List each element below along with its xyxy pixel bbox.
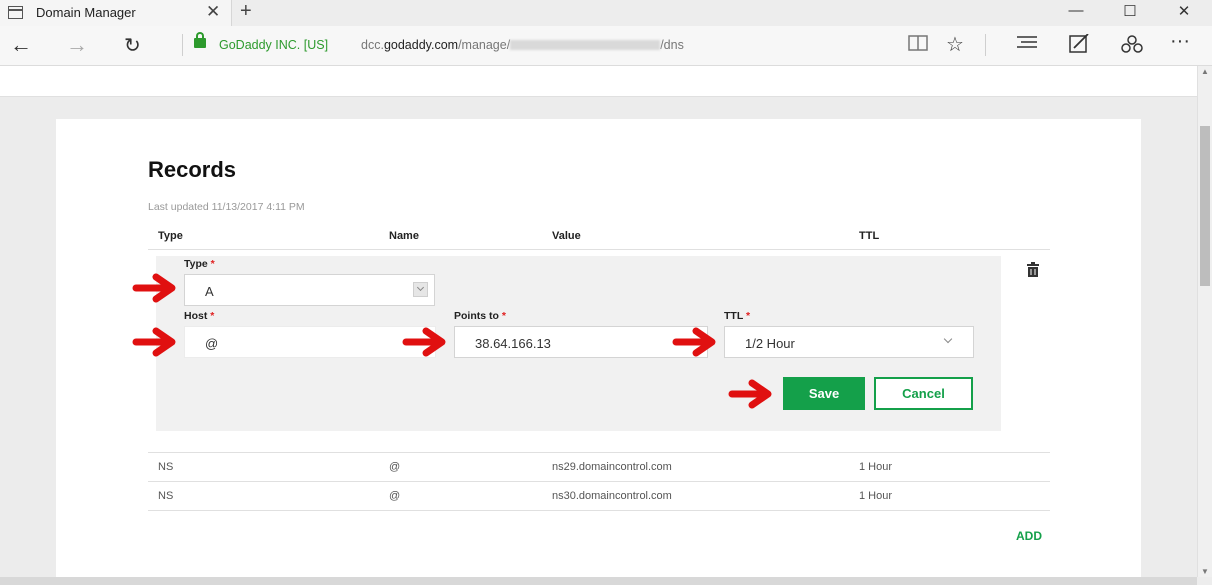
trash-icon[interactable]	[1025, 262, 1041, 278]
arrow-annotation-icon	[672, 327, 716, 357]
maximize-icon[interactable]: ☐	[1115, 2, 1145, 22]
type-select[interactable]: A	[184, 274, 435, 306]
row-ttl: 1 Hour	[859, 490, 893, 502]
arrow-annotation-icon	[728, 379, 772, 409]
chevron-down-icon[interactable]	[943, 334, 953, 344]
favorite-star-icon[interactable]: ☆	[946, 32, 964, 57]
close-tab-icon[interactable]: ✕	[206, 2, 220, 22]
row-name: @	[389, 461, 401, 473]
hub-icon[interactable]	[1016, 34, 1038, 55]
row-divider	[148, 510, 1050, 511]
address-bar: ← → ↻ GoDaddy INC. [US] dcc.godaddy.com/…	[0, 26, 1212, 66]
tab-title: Domain Manager	[36, 5, 136, 20]
points-to-label: Points to *	[454, 310, 506, 322]
row-value: ns30.domaincontrol.com	[552, 490, 672, 502]
close-window-icon[interactable]: ✕	[1169, 2, 1199, 22]
web-note-icon[interactable]	[1068, 33, 1090, 59]
ttl-select[interactable]: 1/2 Hour	[724, 326, 974, 358]
share-icon[interactable]	[1120, 34, 1144, 59]
url-text[interactable]: dcc.godaddy.com/manage//dns	[361, 38, 684, 52]
scroll-up-icon[interactable]: ▲	[1201, 67, 1209, 76]
arrow-annotation-icon	[132, 327, 176, 357]
save-button[interactable]: Save	[783, 377, 865, 410]
row-ttl: 1 Hour	[859, 461, 893, 473]
redacted-url-segment	[510, 40, 661, 50]
row-divider	[148, 481, 1050, 482]
arrow-annotation-icon	[402, 327, 446, 357]
title-bar: Domain Manager ✕ + — ☐ ✕	[0, 0, 1212, 26]
row-type: NS	[158, 461, 174, 473]
host-input[interactable]: @	[184, 326, 436, 358]
column-header-type: Type	[158, 230, 183, 242]
records-card: Records Last updated 11/13/2017 4:11 PM …	[56, 119, 1141, 585]
add-record-link[interactable]: ADD	[1016, 529, 1042, 543]
last-updated: Last updated 11/13/2017 4:11 PM	[148, 201, 305, 213]
host-input-value: @	[205, 336, 219, 351]
host-label: Host *	[184, 310, 215, 322]
scroll-down-icon[interactable]: ▼	[1201, 567, 1209, 576]
ttl-select-value: 1/2 Hour	[745, 336, 795, 351]
column-header-name: Name	[389, 230, 419, 242]
minimize-icon[interactable]: —	[1061, 2, 1091, 22]
reading-view-icon[interactable]	[908, 34, 928, 57]
chevron-down-icon[interactable]	[413, 282, 428, 297]
column-header-value: Value	[552, 230, 581, 242]
forward-icon[interactable]: →	[66, 32, 88, 58]
page-viewport: Records Last updated 11/13/2017 4:11 PM …	[0, 66, 1197, 585]
horizontal-scrollbar[interactable]	[0, 577, 1197, 585]
arrow-annotation-icon	[132, 273, 176, 303]
back-icon[interactable]: ←	[10, 32, 32, 58]
points-to-input[interactable]: 38.64.166.13	[454, 326, 708, 358]
header-divider	[148, 249, 1050, 250]
vertical-scrollbar[interactable]: ▲ ▼	[1197, 66, 1212, 577]
more-icon[interactable]: ···	[1170, 30, 1190, 53]
row-type: NS	[158, 490, 174, 502]
address-divider	[182, 34, 183, 56]
page-header-strip	[0, 66, 1197, 97]
new-tab-icon[interactable]: +	[240, 0, 252, 23]
tab-page-icon	[8, 6, 23, 19]
browser-tab[interactable]: Domain Manager ✕	[0, 0, 232, 26]
scrollbar-thumb[interactable]	[1200, 126, 1210, 286]
records-title: Records	[148, 157, 237, 182]
points-to-value: 38.64.166.13	[475, 336, 551, 351]
type-label: Type *	[184, 258, 215, 270]
ttl-label: TTL *	[724, 310, 751, 322]
toolbar-divider	[985, 34, 986, 56]
refresh-icon[interactable]: ↻	[124, 33, 141, 58]
row-value: ns29.domaincontrol.com	[552, 461, 672, 473]
row-divider	[148, 452, 1050, 453]
row-name: @	[389, 490, 401, 502]
cancel-button[interactable]: Cancel	[874, 377, 973, 410]
site-identity[interactable]: GoDaddy INC. [US]	[219, 38, 328, 52]
column-header-ttl: TTL	[859, 230, 880, 242]
lock-icon[interactable]	[194, 32, 206, 48]
type-select-value: A	[205, 284, 214, 299]
